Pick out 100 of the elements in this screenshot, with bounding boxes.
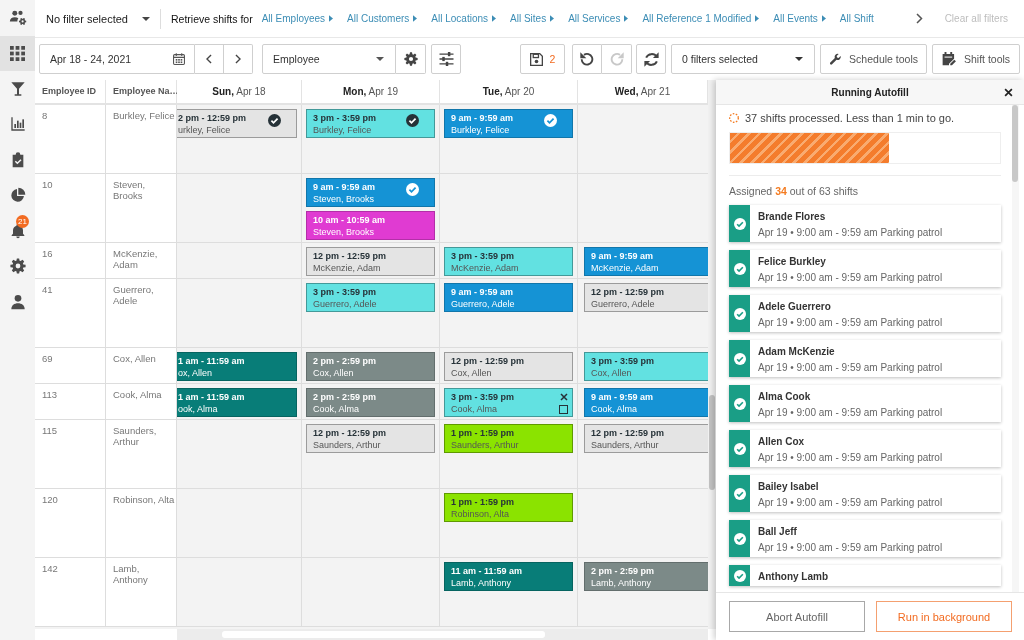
employee-name-cell: Burkley, Felice xyxy=(106,105,177,174)
assignment-detail: Apr 19 • 9:00 am - 9:59 am Parking patrol xyxy=(758,317,943,329)
shift-card[interactable]: 2 pm - 2:59 pm Cox, Allen xyxy=(306,352,435,381)
shift-employee: Cook, Alma xyxy=(313,404,361,415)
pie-chart-icon xyxy=(9,187,26,204)
filter-link[interactable]: All Employees xyxy=(261,13,334,24)
caret-right-icon xyxy=(755,15,760,22)
funnel-icon xyxy=(9,80,26,97)
shift-employee: ox, Allen xyxy=(178,368,214,379)
employee-name-cell: Robinson, Alta xyxy=(106,489,177,558)
employee-id-cell: 113 xyxy=(35,384,106,420)
assignment-name: Allen Cox xyxy=(758,436,806,448)
shift-card[interactable]: 9 am - 9:59 am Steven, Brooks xyxy=(306,178,435,207)
shift-card[interactable]: 2 pm - 2:59 pm Lamb, Anthony xyxy=(584,562,708,591)
shift-card[interactable]: 1 am - 11:59 am ox, Allen xyxy=(177,352,297,381)
shift-card[interactable]: 12 pm - 12:59 pm Saunders, Arthur xyxy=(584,424,708,453)
shift-employee: Saunders, Arthur xyxy=(591,440,660,451)
schedule-nav-button[interactable] xyxy=(0,35,35,71)
filters-dropdown[interactable]: 0 filters selected xyxy=(671,44,815,74)
assignment-detail: Apr 19 • 9:00 am - 9:59 am Parking patrol xyxy=(758,272,943,284)
shift-time: 3 pm - 3:59 pm xyxy=(313,113,378,124)
shift-card[interactable]: 3 pm - 3:59 pm Cook, Alma xyxy=(444,388,573,417)
gear-icon xyxy=(9,258,26,275)
assignment-detail: Apr 19 • 9:00 am - 9:59 am Parking patrol xyxy=(758,452,943,464)
check-circle-icon xyxy=(733,262,746,275)
filter-link[interactable]: All Events xyxy=(773,13,826,24)
column-header: Employee ID xyxy=(35,80,106,105)
shift-time: 3 pm - 3:59 pm xyxy=(591,356,656,367)
shift-time: 2 pm - 2:59 pm xyxy=(591,566,656,577)
refresh-icon xyxy=(643,51,659,67)
filter-link[interactable]: All Services xyxy=(568,13,629,24)
shift-time: 9 am - 9:59 am xyxy=(451,287,515,298)
undo-button[interactable] xyxy=(572,44,602,74)
assignment-detail: Apr 19 • 9:00 am - 9:59 am Parking patrol xyxy=(758,542,943,554)
shift-time: 12 pm - 12:59 pm xyxy=(313,251,388,262)
assignment-detail: Apr 19 • 9:00 am - 9:59 am Parking patrol xyxy=(758,227,943,239)
shift-card[interactable]: 12 pm - 12:59 pm Cox, Allen xyxy=(444,352,573,381)
shift-time: 2 pm - 2:59 pm xyxy=(313,356,378,367)
filter-link[interactable]: All Reference 1 Modified xyxy=(642,13,760,24)
filter-link[interactable]: All Customers xyxy=(347,13,418,24)
checkbox[interactable] xyxy=(559,405,568,414)
shift-card[interactable]: 1 pm - 1:59 pm Saunders, Arthur xyxy=(444,424,573,453)
notifications-nav-button[interactable]: 21 xyxy=(0,213,35,249)
shift-card[interactable]: 3 pm - 3:59 pm Burkley, Felice xyxy=(306,109,435,138)
shift-card[interactable]: 10 am - 10:59 am Steven, Brooks xyxy=(306,211,435,240)
progress-status: 37 shifts processed. Less than 1 min to go. xyxy=(745,112,955,124)
shift-time: 9 am - 9:59 am xyxy=(591,251,655,262)
shift-employee: urkley, Felice xyxy=(178,125,232,136)
shift-card[interactable]: 2 pm - 12:59 pm urkley, Felice xyxy=(177,109,297,138)
shift-employee: McKenzie, Adam xyxy=(313,263,382,274)
shift-time: 3 pm - 3:59 pm xyxy=(451,392,516,403)
shift-card[interactable]: 1 am - 11:59 am ook, Alma xyxy=(177,388,297,417)
saved-filter-dropdown[interactable]: No filter selected xyxy=(46,12,150,25)
shift-card[interactable]: 11 am - 11:59 am Lamb, Anthony xyxy=(444,562,573,591)
shift-card[interactable]: 9 am - 9:59 am Guerrero, Adele xyxy=(444,283,573,312)
caret-down-icon xyxy=(795,57,803,61)
employee-id-cell: 16 xyxy=(35,243,106,279)
shift-time: 2 pm - 2:59 pm xyxy=(313,392,378,403)
shift-employee: Saunders, Arthur xyxy=(451,440,520,451)
save-button[interactable]: 2 xyxy=(520,44,565,74)
schedule-tools-button[interactable]: Schedule tools xyxy=(820,44,927,74)
filter-link[interactable]: All Shift xyxy=(839,13,874,24)
filter-link[interactable]: All Locations xyxy=(431,13,496,24)
close-icon[interactable] xyxy=(559,393,568,401)
shift-card[interactable]: 3 pm - 3:59 pm Guerrero, Adele xyxy=(306,283,435,312)
group-by-dropdown[interactable]: Employee xyxy=(262,44,396,74)
shift-card[interactable]: 3 pm - 3:59 pm Cox, Allen xyxy=(584,352,708,381)
date-range-field[interactable]: Apr 18 - 24, 2021 xyxy=(39,44,195,74)
shift-card[interactable]: 9 am - 9:59 am McKenzie, Adam xyxy=(584,247,708,276)
assignment-name: Ball Jeff xyxy=(758,526,798,538)
shift-card[interactable]: 2 pm - 2:59 pm Cook, Alma xyxy=(306,388,435,417)
shift-card[interactable]: 12 pm - 12:59 pm Saunders, Arthur xyxy=(306,424,435,453)
scrollbar-thumb[interactable] xyxy=(1012,105,1018,182)
assignment-name: Alma Cook xyxy=(758,391,812,403)
shift-card[interactable]: 9 am - 9:59 am Burkley, Felice xyxy=(444,109,573,138)
shift-card[interactable]: 1 pm - 1:59 pm Robinson, Alta xyxy=(444,493,573,522)
close-icon[interactable] xyxy=(1004,87,1013,97)
shift-card[interactable]: 12 pm - 12:59 pm Guerrero, Adele xyxy=(584,283,708,312)
employee-name-cell: Guerrero, Adele xyxy=(106,279,177,348)
shift-card[interactable]: 9 am - 9:59 am Cook, Alma xyxy=(584,388,708,417)
shift-time: 1 pm - 1:59 pm xyxy=(451,497,516,508)
refresh-button[interactable] xyxy=(636,44,666,74)
check-circle-icon xyxy=(733,487,746,500)
shift-card[interactable]: 12 pm - 12:59 pm McKenzie, Adam xyxy=(306,247,435,276)
abort-button[interactable]: Abort Autofill xyxy=(729,601,865,632)
settings-button[interactable] xyxy=(396,44,426,74)
shift-tools-button[interactable]: Shift tools xyxy=(932,44,1020,74)
chevron-right-icon[interactable] xyxy=(915,13,923,24)
shift-employee: Saunders, Arthur xyxy=(313,440,382,451)
shift-employee: Lamb, Anthony xyxy=(451,578,513,589)
day-header: Tue, Apr 20 xyxy=(440,80,578,105)
shift-card[interactable]: 3 pm - 3:59 pm McKenzie, Adam xyxy=(444,247,573,276)
wrench-icon xyxy=(830,52,842,66)
employee-name-cell: McKenzie, Adam xyxy=(106,243,177,279)
calendar-icon xyxy=(173,53,185,65)
view-options-button[interactable] xyxy=(431,44,461,74)
shift-employee: Steven, Brooks xyxy=(313,194,376,205)
filter-link[interactable]: All Sites xyxy=(510,13,555,24)
run-in-background-button[interactable]: Run in background xyxy=(876,601,1012,632)
scrollbar-thumb[interactable] xyxy=(709,395,715,490)
